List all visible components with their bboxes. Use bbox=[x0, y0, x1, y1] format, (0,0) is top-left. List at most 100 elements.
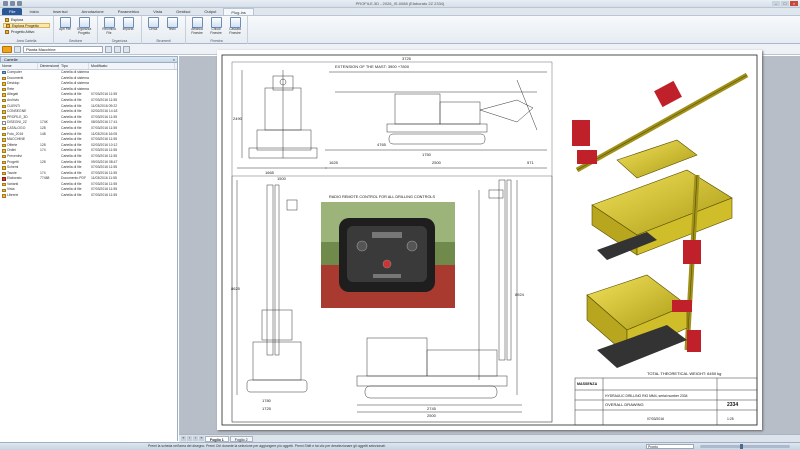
last-sheet-icon[interactable]: » bbox=[199, 436, 204, 441]
tab-annotate[interactable]: Annotazione bbox=[74, 8, 110, 15]
technical-drawing: 1665 1500 2490 3725 EXTENSION OF THE MAS… bbox=[221, 54, 758, 426]
explore-project-item[interactable]: Esplora Progetto bbox=[3, 23, 50, 28]
tab-view[interactable]: Vista bbox=[146, 8, 169, 15]
column-size[interactable]: Dimensione bbox=[38, 63, 59, 69]
rename-file-button[interactable]: Rinomina File bbox=[101, 17, 117, 35]
panel-title: Cartelle bbox=[4, 57, 18, 62]
folder-icon bbox=[2, 110, 6, 114]
open-file-button[interactable]: Apri File bbox=[57, 17, 73, 35]
close-button[interactable]: × bbox=[790, 1, 798, 6]
back-button[interactable] bbox=[2, 45, 12, 53]
view-button[interactable] bbox=[123, 45, 130, 53]
total-weight: TOTAL THEORETICAL WEIGHT: 6450 kg bbox=[647, 371, 721, 376]
dim-top-overall: 3725 bbox=[402, 56, 412, 61]
status-bar: Premi la scheda nell'area del disegno. P… bbox=[0, 442, 800, 450]
folder-icon bbox=[2, 194, 6, 198]
file-size bbox=[38, 193, 59, 199]
drawing-scale: 1:25 bbox=[727, 417, 734, 421]
dim-side-1: 1625 bbox=[329, 160, 339, 165]
folder-icon bbox=[2, 166, 6, 170]
dim-height-left: 2490 bbox=[233, 116, 243, 121]
folder-icon bbox=[2, 155, 6, 159]
drawing-workspace[interactable]: 1665 1500 2490 3725 EXTENSION OF THE MAS… bbox=[179, 50, 800, 434]
tab-sheet-1[interactable]: Foglio 1 bbox=[205, 435, 229, 442]
quick-access-toolbar bbox=[3, 1, 22, 6]
refresh-button[interactable] bbox=[114, 45, 121, 53]
import-button[interactable]: Importa bbox=[120, 17, 136, 35]
folder-icon bbox=[2, 82, 6, 86]
red-icon bbox=[2, 177, 6, 181]
folder-icon bbox=[2, 138, 6, 142]
folder-icon bbox=[2, 99, 6, 103]
dim-bottom-left-1: 1780 bbox=[262, 398, 272, 403]
zoom-handle[interactable] bbox=[740, 444, 743, 449]
ribbon: Esplora Esplora Progetto Progetto Attivo… bbox=[0, 16, 800, 44]
save-icon[interactable] bbox=[10, 1, 15, 6]
file-list: Nome Dimensione Tipo Modificato Computer… bbox=[0, 63, 178, 441]
folder-icon bbox=[5, 29, 9, 34]
next-sheet-icon[interactable]: › bbox=[193, 436, 198, 441]
tab-sheet-2[interactable]: Foglio 2 bbox=[229, 435, 253, 442]
forward-button[interactable] bbox=[14, 45, 21, 53]
dim-side-4: 571 bbox=[527, 160, 534, 165]
maximize-button[interactable]: □ bbox=[781, 1, 789, 6]
ribbon-group-label: Area Cartella bbox=[16, 39, 37, 43]
close-windows-button[interactable]: Chiudi Finestre bbox=[208, 17, 224, 35]
ribbon-group-label: Gestione bbox=[68, 39, 83, 43]
organize-project-button[interactable]: Organizza Progetto bbox=[76, 17, 92, 35]
column-name[interactable]: Nome bbox=[0, 63, 38, 69]
search-button[interactable]: Cerca bbox=[145, 17, 161, 32]
cascade-windows-button[interactable]: Cascata Finestre bbox=[227, 17, 243, 35]
ribbon-group-organize: Rinomina File Importa Organizza bbox=[98, 16, 142, 44]
tab-home[interactable]: Inizio bbox=[22, 8, 45, 15]
radio-title: RADIO REMOTE CONTROL FOR ALL DRILLING CO… bbox=[329, 195, 436, 199]
folder-icon bbox=[6, 23, 10, 28]
ribbon-group-manage: Apri File Organizza Progetto Gestione bbox=[54, 16, 98, 44]
tab-output[interactable]: Output bbox=[197, 8, 223, 15]
tab-file[interactable]: File bbox=[2, 8, 23, 15]
top-note: EXTENSION OF THE MAST: 3900 +7800 bbox=[335, 64, 410, 69]
text-button[interactable]: Testo bbox=[164, 17, 180, 32]
drawing-sheet[interactable]: 1665 1500 2490 3725 EXTENSION OF THE MAS… bbox=[217, 50, 762, 430]
address-bar: Pianta Macchine bbox=[0, 44, 178, 55]
explore-item[interactable]: Esplora bbox=[3, 17, 50, 22]
folder-icon bbox=[2, 127, 6, 131]
tab-manage[interactable]: Gestisci bbox=[169, 8, 197, 15]
tab-insert[interactable]: Inserisci bbox=[46, 8, 75, 15]
list-item[interactable]: Librerie Cartella di file 07/03/2016 11:55 bbox=[0, 193, 177, 199]
file-list-body: Computer Cartella di sistema Documenti Cart… bbox=[0, 70, 177, 199]
status-message: Premi la scheda nell'area del disegno. P… bbox=[148, 444, 386, 448]
first-sheet-icon[interactable]: « bbox=[181, 436, 186, 441]
column-modified[interactable]: Modificato bbox=[89, 63, 175, 69]
close-icon[interactable]: × bbox=[173, 57, 175, 62]
tile-windows-button[interactable]: Affianca Finestre bbox=[189, 17, 205, 35]
column-type[interactable]: Tipo bbox=[59, 63, 89, 69]
active-project-item[interactable]: Progetto Attivo bbox=[3, 29, 50, 34]
undo-icon[interactable] bbox=[17, 1, 22, 6]
dim-side-3: 2500 bbox=[432, 160, 442, 165]
company-name: MASSENZA bbox=[577, 382, 598, 386]
dim-front-2: 1500 bbox=[277, 176, 287, 181]
folder-icon bbox=[2, 93, 6, 97]
file-date: 07/03/2016 11:55 bbox=[91, 193, 118, 198]
path-input[interactable]: Pianta Macchine bbox=[23, 45, 103, 53]
app-icon[interactable] bbox=[3, 1, 8, 6]
folder-icon bbox=[2, 143, 6, 148]
window-title: PROFILE.3D - 2026_IS-0088 (Elaborato 2Z … bbox=[355, 1, 445, 6]
folder-icon bbox=[2, 76, 6, 81]
ribbon-group-window: Affianca Finestre Chiudi Finestre Cascat… bbox=[186, 16, 248, 44]
dim-bottom-right-1: 2745 bbox=[427, 406, 437, 411]
minimize-button[interactable]: – bbox=[772, 1, 780, 6]
folder-icon bbox=[2, 132, 6, 137]
dim-mast-height-left: 8625 bbox=[231, 286, 241, 291]
drawing-title: OVERALL DRAWING bbox=[605, 402, 644, 407]
ribbon-group-explorer: Esplora Esplora Progetto Progetto Attivo… bbox=[0, 16, 54, 44]
prev-sheet-icon[interactable]: ‹ bbox=[187, 436, 192, 441]
ribbon-group-label: Finestra bbox=[210, 39, 223, 43]
tab-plugins[interactable]: Plug-ins bbox=[223, 8, 254, 15]
up-folder-button[interactable] bbox=[105, 45, 112, 53]
file-list-header: Nome Dimensione Tipo Modificato bbox=[0, 63, 177, 70]
tab-parametric[interactable]: Parametrico bbox=[111, 8, 147, 15]
status-field: Pronto bbox=[646, 444, 694, 449]
zoom-slider[interactable] bbox=[700, 444, 790, 449]
